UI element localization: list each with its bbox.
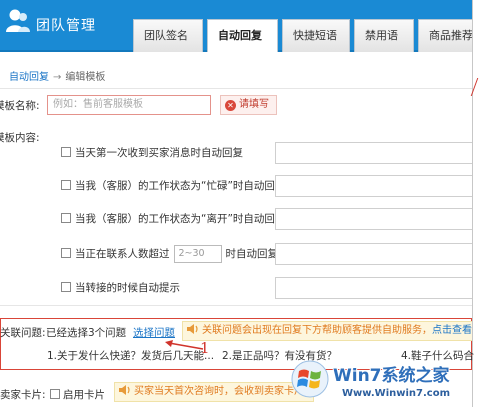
option-away-label: 当我（客服）的工作状态为“离开”时自动回复 bbox=[75, 213, 286, 225]
tab-banned-words[interactable]: 禁用语 bbox=[354, 19, 414, 52]
speaker-icon bbox=[187, 324, 198, 334]
option-busy-reply-field[interactable] bbox=[275, 175, 472, 197]
breadcrumb-separator: → bbox=[53, 72, 62, 83]
app-title: 团队管理 bbox=[36, 18, 96, 34]
tab-team-signature[interactable]: 团队签名 bbox=[133, 19, 203, 52]
option-away-checkbox[interactable] bbox=[61, 213, 71, 223]
enable-card-label: 启用卡片 bbox=[63, 389, 105, 401]
side-panel-edge bbox=[472, 0, 481, 407]
app-header: 团队管理 团队签名 自动回复 快捷短语 禁用语 商品推荐 bbox=[0, 0, 481, 52]
option-first-message-reply-field[interactable] bbox=[275, 142, 472, 164]
option-first-message-label: 当天第一次收到买家消息时自动回复 bbox=[75, 147, 243, 159]
related-notice-view-link[interactable]: 点击查看 bbox=[432, 325, 472, 336]
breadcrumb: 自动回复 → 编辑模板 bbox=[9, 68, 105, 83]
contacts-count-input[interactable]: 2~30 bbox=[173, 245, 222, 263]
team-users-icon bbox=[6, 9, 30, 32]
required-error-badge: ✕ 请填写 bbox=[220, 95, 277, 115]
option-transfer-label: 当转接的时候自动提示 bbox=[75, 282, 180, 294]
related-question-item[interactable]: 1.关于发什么快递？发货后几天能... bbox=[47, 348, 214, 363]
option-busy-checkbox[interactable] bbox=[61, 180, 71, 190]
divider bbox=[0, 305, 472, 306]
required-error-text: 请填写 bbox=[239, 99, 269, 110]
seller-card-notice-text: 买家当天首次咨询时，会收到卖家卡片 bbox=[134, 386, 304, 397]
option-away[interactable]: 当我（客服）的工作状态为“离开”时自动回复 bbox=[61, 209, 285, 229]
related-questions-count: 已经选择3个问题 bbox=[46, 327, 127, 339]
watermark-brand: Win7系统之家 bbox=[333, 366, 450, 386]
related-notice-text: 关联问题会出现在回复下方帮助顾客提供自助服务， bbox=[202, 325, 432, 336]
option-busy-label: 当我（客服）的工作状态为“忙碌”时自动回复 bbox=[75, 180, 286, 192]
option-contacts-over-label-after: 时自动回复 bbox=[225, 248, 279, 260]
seller-card-notice: 买家当天首次咨询时，会收到卖家卡片 bbox=[114, 382, 314, 402]
speaker-icon bbox=[119, 385, 130, 395]
select-questions-link[interactable]: 选择问题 bbox=[133, 325, 175, 340]
template-name-label: 模板名称: bbox=[0, 100, 40, 112]
option-transfer-checkbox[interactable] bbox=[61, 282, 71, 292]
divider bbox=[0, 88, 472, 89]
option-away-reply-field[interactable] bbox=[275, 208, 472, 230]
error-x-icon: ✕ bbox=[225, 100, 236, 111]
main-tabs: 团队签名 自动回复 快捷短语 禁用语 商品推荐 bbox=[133, 19, 481, 52]
tab-quick-phrases[interactable]: 快捷短语 bbox=[282, 19, 350, 52]
option-busy[interactable]: 当我（客服）的工作状态为“忙碌”时自动回复 bbox=[61, 176, 285, 196]
option-first-message-checkbox[interactable] bbox=[61, 147, 71, 157]
template-name-input[interactable]: 例如：售前客服模板 bbox=[47, 95, 211, 115]
related-questions-notice: 关联问题会出现在回复下方帮助顾客提供自助服务，点击查看 bbox=[182, 321, 472, 341]
watermark-url: Www.Winwin7.com bbox=[342, 388, 451, 399]
tab-auto-reply[interactable]: 自动回复 bbox=[207, 19, 278, 52]
option-contacts-over[interactable]: 当正在联系人数超过 2~30 时自动回复 bbox=[61, 244, 278, 264]
breadcrumb-current: 编辑模板 bbox=[65, 72, 106, 83]
windows-logo-icon bbox=[291, 360, 329, 398]
option-transfer[interactable]: 当转接的时候自动提示 bbox=[61, 278, 180, 298]
enable-card-checkbox[interactable] bbox=[50, 389, 60, 399]
related-questions-label: 关联问题: bbox=[0, 327, 46, 339]
option-contacts-over-reply-field[interactable] bbox=[275, 243, 472, 265]
option-contacts-over-label: 当正在联系人数超过 bbox=[75, 248, 170, 260]
option-first-message[interactable]: 当天第一次收到买家消息时自动回复 bbox=[61, 143, 243, 163]
seller-card-label: 卖家卡片: bbox=[0, 389, 46, 401]
breadcrumb-auto-reply-link[interactable]: 自动回复 bbox=[9, 72, 49, 83]
template-content-label: 模板内容: bbox=[0, 132, 40, 144]
option-transfer-reply-field[interactable] bbox=[275, 277, 472, 299]
option-contacts-over-checkbox[interactable] bbox=[61, 248, 71, 258]
